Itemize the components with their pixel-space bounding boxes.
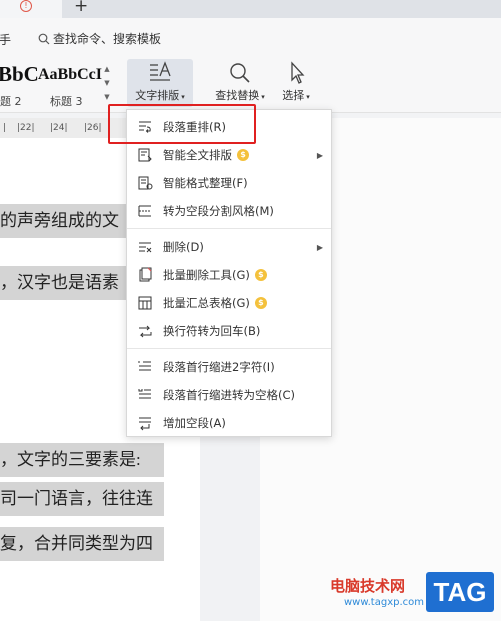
select-button[interactable]: 选择 ▾ — [276, 59, 316, 107]
menu-item-label: 智能格式整理(F) — [163, 176, 248, 190]
chevron-up-icon[interactable]: ▲ — [102, 62, 112, 76]
menu-item-batch-summary-table[interactable]: 批量汇总表格(G) $ — [127, 290, 331, 316]
menu-item-label: 转为空段分割风格(M) — [163, 204, 274, 218]
style-gallery: BbC 题 2 AaBbCcI 标题 3 — [0, 60, 114, 108]
style-heading3-sample[interactable]: AaBbCcI — [38, 66, 102, 84]
command-search-label: 查找命令、搜索模板 — [53, 32, 162, 46]
menu-separator — [127, 228, 331, 229]
watermark-url: www.tagxp.com — [344, 597, 424, 608]
menu-item-add-empty-paragraph[interactable]: 增加空段(A) — [127, 410, 331, 436]
menu-item-first-line-indent[interactable]: 段落首行缩进2字符(I) — [127, 354, 331, 380]
menu-item-line-break-to-enter[interactable]: 换行符转为回车(B) — [127, 318, 331, 344]
smart-layout-icon — [136, 146, 154, 164]
caret-down-icon: ▾ — [181, 93, 185, 101]
command-search[interactable]: 查找命令、搜索模板 — [38, 30, 161, 47]
new-tab-button[interactable]: + — [74, 0, 88, 16]
chevron-down-icon[interactable]: ▼ — [102, 76, 112, 90]
text-typeset-label: 文字排版 — [135, 89, 180, 102]
document-line[interactable]: ，文字的三要素是: — [0, 443, 164, 477]
menu-item-batch-delete[interactable]: 批量删除工具(G) $ — [127, 262, 331, 288]
menu-item-label: 段落首行缩进2字符(I) — [163, 360, 275, 374]
magnifier-icon — [230, 63, 250, 83]
text-typeset-button[interactable]: 文字排版 ▾ — [127, 59, 193, 107]
vip-badge-icon: $ — [237, 149, 249, 161]
menu-item-smart-format[interactable]: 智能格式整理(F) — [127, 170, 331, 196]
delete-icon — [136, 238, 154, 256]
style-heading3-label: 标题 3 — [50, 95, 83, 108]
caret-down-icon: ▾ — [261, 93, 265, 101]
menu-item-label: 批量删除工具(G) — [163, 268, 250, 282]
ruler-tick: |26| — [84, 123, 102, 133]
menu-bar: 手 查找命令、搜索模板 — [0, 18, 501, 56]
text-typeset-icon — [150, 61, 171, 81]
expand-icon[interactable]: ▼ — [102, 90, 112, 104]
watermark-tag-logo: TAG — [426, 572, 494, 612]
menu-item-label: 增加空段(A) — [163, 416, 226, 430]
menu-separator — [127, 348, 331, 349]
menu-item-label: 删除(D) — [163, 240, 204, 254]
document-tab[interactable]: ! — [0, 0, 62, 18]
ruler-tick: |24| — [50, 123, 68, 133]
style-heading2-label: 题 2 — [0, 95, 22, 108]
text-typeset-dropdown: 段落重排(R) 智能全文排版 $ ▶ 智能格式整理(F) 转为空段分割风格(M)… — [126, 109, 332, 437]
add-empty-paragraph-icon — [136, 414, 154, 432]
menu-item-label: 段落首行缩进转为空格(C) — [163, 388, 296, 402]
batch-delete-icon — [136, 266, 154, 284]
tab-bar: ! + — [0, 0, 501, 18]
watermark-text: 电脑技术网 — [330, 577, 406, 595]
style-heading2-sample[interactable]: BbC — [0, 62, 39, 87]
indent-to-space-icon — [136, 386, 154, 404]
submenu-arrow-icon: ▶ — [316, 150, 323, 160]
batch-summary-table-icon — [136, 294, 154, 312]
empty-paragraph-style-icon — [136, 202, 154, 220]
document-line[interactable]: 司一门语言，往往连 — [0, 482, 164, 516]
find-replace-button[interactable]: 查找替换 ▾ — [210, 59, 270, 107]
menu-item-indent-to-space[interactable]: 段落首行缩进转为空格(C) — [127, 382, 331, 408]
vip-badge-icon: $ — [254, 269, 267, 281]
line-break-to-enter-icon — [136, 322, 154, 340]
select-label: 选择 — [282, 89, 305, 102]
submenu-arrow-icon: ▶ — [316, 242, 323, 252]
menu-item-smart-layout[interactable]: 智能全文排版 $ ▶ — [127, 142, 331, 168]
find-replace-label: 查找替换 — [215, 89, 260, 102]
document-line[interactable]: ，汉字也是语素 — [0, 266, 126, 300]
document-line[interactable]: 复，合并同类型为四 — [0, 527, 164, 561]
document-line[interactable]: 的声旁组成的文 — [0, 204, 126, 238]
tab-close-icon[interactable]: ! — [20, 0, 32, 12]
vip-badge-icon: $ — [254, 297, 267, 309]
smart-format-icon — [136, 174, 154, 192]
menu-item-label: 批量汇总表格(G) — [163, 296, 250, 310]
highlight-annotation — [108, 104, 256, 144]
first-line-indent-icon — [136, 358, 154, 376]
search-icon — [38, 33, 50, 44]
caret-down-icon: ▾ — [306, 93, 310, 101]
menu-item-delete[interactable]: 删除(D) ▶ — [127, 234, 331, 260]
gallery-scroll-buttons[interactable]: ▲ ▼ ▼ — [102, 62, 112, 104]
menu-item-empty-paragraph-style[interactable]: 转为空段分割风格(M) — [127, 198, 331, 224]
menu-item-label: 智能全文排版 — [163, 148, 232, 162]
menu-item-label: 换行符转为回车(B) — [163, 324, 261, 338]
cursor-arrow-icon — [291, 61, 305, 84]
ruler-tick: |22| — [17, 123, 35, 133]
menu-item-partial[interactable]: 手 — [0, 31, 11, 48]
